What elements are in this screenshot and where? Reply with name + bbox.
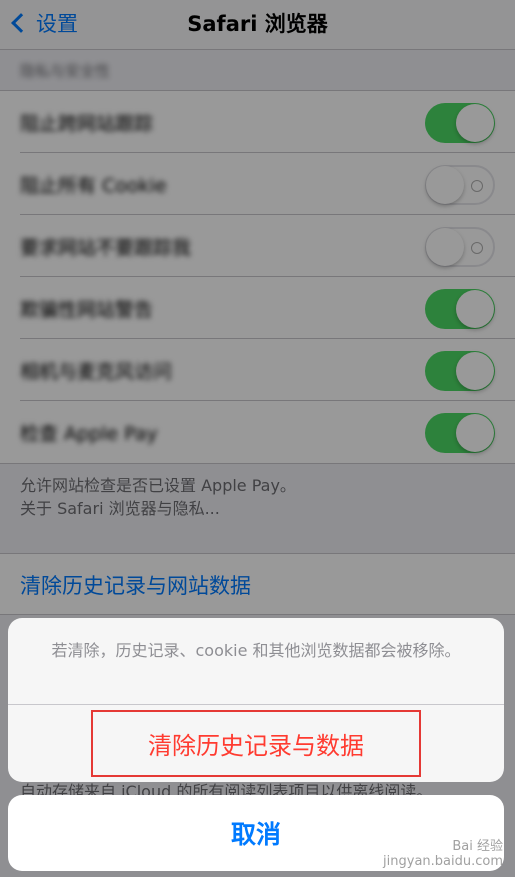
action-sheet: 若清除，历史记录、cookie 和其他浏览数据都会被移除。 清除历史记录与数据: [8, 618, 504, 782]
cancel-label: 取消: [230, 820, 281, 849]
watermark: Bai 经验 jingyan.baidu.com: [383, 839, 503, 869]
clear-data-action: 清除历史记录与数据: [8, 705, 504, 782]
watermark-logo: Bai 经验: [452, 839, 503, 854]
watermark-url: jingyan.baidu.com: [383, 854, 503, 869]
action-sheet-message: 若清除，历史记录、cookie 和其他浏览数据都会被移除。: [51, 641, 461, 660]
clear-history-data-button[interactable]: 清除历史记录与数据: [91, 710, 421, 777]
